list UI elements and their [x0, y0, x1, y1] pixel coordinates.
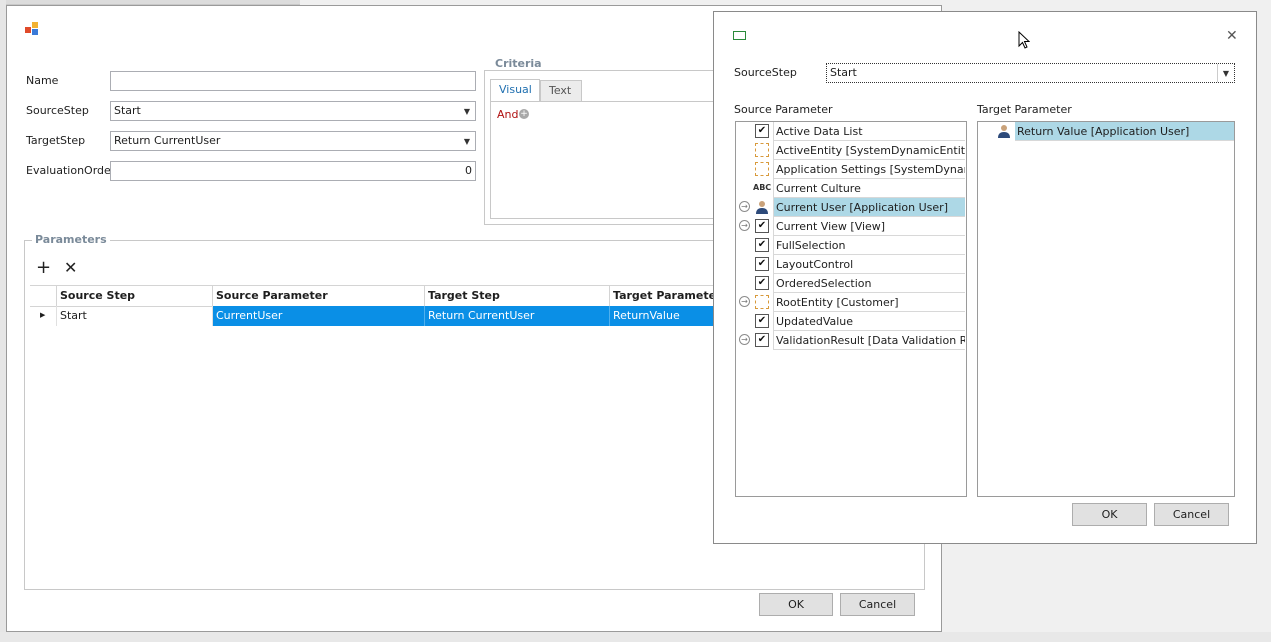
- add-condition-icon[interactable]: +: [519, 109, 529, 119]
- criteria-title: Criteria: [492, 57, 545, 70]
- list-item-label: Current User [Application User]: [773, 198, 965, 217]
- column-source-step[interactable]: Source Step: [57, 286, 213, 306]
- user-icon: [998, 125, 1010, 138]
- list-item[interactable]: → ✔ Current View [View]: [736, 217, 966, 236]
- column-source-parameter[interactable]: Source Parameter: [213, 286, 425, 306]
- source-step-combo[interactable]: Start ▼: [110, 101, 476, 121]
- checkbox-icon: ✔: [755, 257, 769, 271]
- list-item-label: ActiveEntity [SystemDynamicEntity]: [773, 141, 965, 160]
- mouse-cursor-icon: [1018, 31, 1030, 49]
- cell-source-parameter[interactable]: CurrentUser: [213, 306, 425, 326]
- expand-arrow-icon[interactable]: →: [739, 220, 750, 231]
- source-parameter-list[interactable]: ✔ Active Data List ActiveEntity [SystemD…: [735, 121, 967, 497]
- background-window-bottom: [0, 632, 1271, 642]
- close-icon[interactable]: ✕: [1226, 28, 1238, 44]
- entity-icon: [755, 162, 769, 176]
- target-step-combo[interactable]: Return CurrentUser ▼: [110, 131, 476, 151]
- evaluation-order-field[interactable]: 0: [110, 161, 476, 181]
- list-item[interactable]: ActiveEntity [SystemDynamicEntity]: [736, 141, 966, 160]
- list-item-label: Active Data List: [773, 122, 965, 141]
- list-item[interactable]: ABC Current Culture: [736, 179, 966, 198]
- list-item[interactable]: ✔ LayoutControl: [736, 255, 966, 274]
- and-operator[interactable]: And: [497, 108, 518, 121]
- checkbox-icon: ✔: [755, 314, 769, 328]
- tab-text[interactable]: Text: [540, 80, 582, 101]
- list-item-label: UpdatedValue: [773, 312, 965, 331]
- chevron-down-icon[interactable]: ▼: [459, 132, 475, 150]
- list-item[interactable]: ✔ UpdatedValue: [736, 312, 966, 331]
- list-item-label: Application Settings [SystemDynami...: [773, 160, 965, 179]
- dialog-window-icon: [733, 31, 746, 40]
- dialog-source-step-value: Start: [830, 66, 857, 79]
- checkbox-icon: ✔: [755, 333, 769, 347]
- target-parameter-label: Target Parameter: [977, 103, 1072, 116]
- abc-icon: ABC: [753, 183, 772, 192]
- cell-target-step[interactable]: Return CurrentUser: [425, 306, 610, 326]
- delete-parameter-icon[interactable]: ✕: [64, 259, 77, 277]
- target-step-label: TargetStep: [26, 134, 86, 147]
- parameters-grid-header: Source Step Source Parameter Target Step…: [30, 285, 730, 307]
- chevron-down-icon[interactable]: ▼: [1217, 64, 1234, 82]
- row-indicator-icon: ▶: [30, 306, 57, 326]
- table-row[interactable]: ▶ Start CurrentUser Return CurrentUser R…: [30, 306, 730, 326]
- evaluation-order-label: EvaluationOrder: [26, 164, 116, 177]
- list-item-label: Return Value [Application User]: [1015, 122, 1234, 141]
- expand-arrow-icon[interactable]: →: [739, 201, 750, 212]
- list-item[interactable]: ✔ FullSelection: [736, 236, 966, 255]
- user-icon: [756, 201, 768, 214]
- column-target-parameter[interactable]: Target Parameter: [610, 286, 730, 306]
- checkbox-icon: ✔: [755, 124, 769, 138]
- name-label: Name: [26, 74, 59, 87]
- list-item-selected[interactable]: Return Value [Application User]: [978, 122, 1234, 141]
- target-step-value: Return CurrentUser: [114, 134, 221, 147]
- chevron-down-icon[interactable]: ▼: [459, 102, 475, 120]
- app-icon: [25, 22, 38, 35]
- cell-source-step[interactable]: Start: [57, 306, 213, 326]
- checkbox-icon: ✔: [755, 276, 769, 290]
- expand-arrow-icon[interactable]: →: [739, 296, 750, 307]
- list-item-label: Current View [View]: [773, 217, 965, 236]
- list-item-label: OrderedSelection: [773, 274, 965, 293]
- entity-icon: [755, 143, 769, 157]
- list-item[interactable]: → RootEntity [Customer]: [736, 293, 966, 312]
- dialog-ok-button[interactable]: OK: [1072, 503, 1147, 526]
- list-item[interactable]: Application Settings [SystemDynami...: [736, 160, 966, 179]
- main-cancel-button[interactable]: Cancel: [840, 593, 915, 616]
- dialog-source-step-combo[interactable]: Start ▼: [826, 63, 1235, 83]
- list-item-label: ValidationResult [Data Validation Re...: [773, 331, 965, 350]
- list-item[interactable]: ✔ OrderedSelection: [736, 274, 966, 293]
- list-item-label: RootEntity [Customer]: [773, 293, 965, 312]
- main-ok-button[interactable]: OK: [759, 593, 833, 616]
- name-field[interactable]: [110, 71, 476, 91]
- tab-visual[interactable]: Visual: [490, 79, 540, 101]
- cell-target-parameter[interactable]: ReturnValue: [610, 306, 730, 326]
- list-item-label: Current Culture: [773, 179, 965, 198]
- checkbox-icon: ✔: [755, 219, 769, 233]
- source-parameter-label: Source Parameter: [734, 103, 833, 116]
- expand-arrow-icon[interactable]: →: [739, 334, 750, 345]
- target-parameter-list[interactable]: Return Value [Application User]: [977, 121, 1235, 497]
- dialog-source-step-label: SourceStep: [734, 66, 797, 79]
- source-step-label: SourceStep: [26, 104, 89, 117]
- entity-icon: [755, 295, 769, 309]
- checkbox-icon: ✔: [755, 238, 769, 252]
- list-item-selected[interactable]: → Current User [Application User]: [736, 198, 966, 217]
- row-indicator-header: [30, 286, 57, 306]
- list-item-label: LayoutControl: [773, 255, 965, 274]
- list-item[interactable]: ✔ Active Data List: [736, 122, 966, 141]
- parameters-title: Parameters: [32, 233, 110, 246]
- source-step-value: Start: [114, 104, 141, 117]
- list-item[interactable]: → ✔ ValidationResult [Data Validation Re…: [736, 331, 966, 350]
- list-item-label: FullSelection: [773, 236, 965, 255]
- column-target-step[interactable]: Target Step: [425, 286, 610, 306]
- add-parameter-icon[interactable]: +: [36, 259, 51, 277]
- dialog-cancel-button[interactable]: Cancel: [1154, 503, 1229, 526]
